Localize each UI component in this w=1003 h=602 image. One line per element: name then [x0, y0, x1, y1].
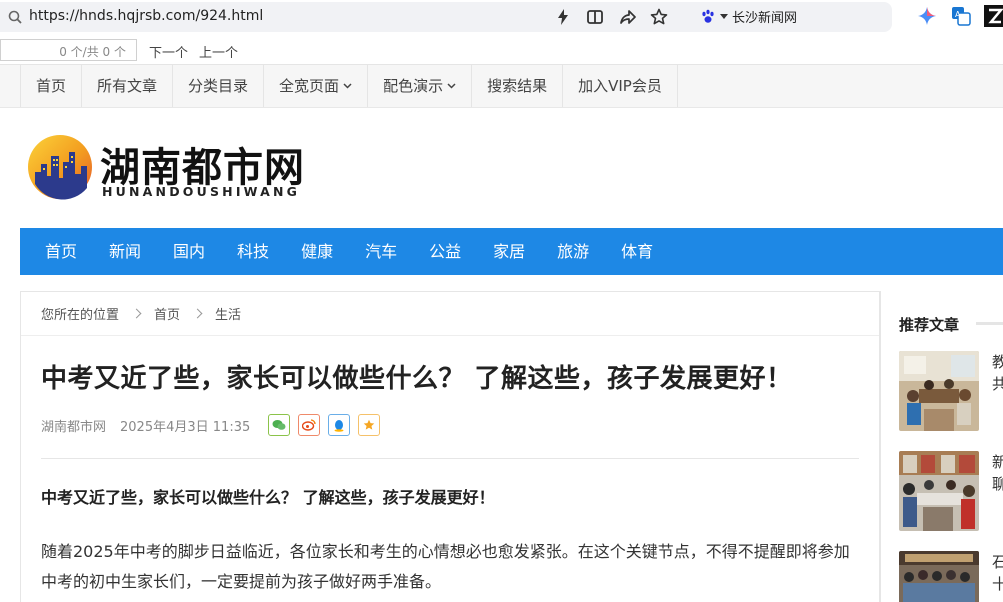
article-meta: 湖南都市网 2025年4月3日 11:35 — [41, 414, 381, 436]
translate-extension-icon[interactable]: A — [950, 5, 972, 27]
lightning-icon[interactable] — [553, 7, 573, 27]
main-nav-item-home[interactable]: 首页 — [29, 228, 93, 275]
find-input[interactable]: 0 个/共 0 个 — [0, 39, 137, 61]
top-nav-label: 分类目录 — [188, 77, 249, 95]
top-nav-item-vip[interactable]: 加入VIP会员 — [563, 65, 678, 107]
recommended-title[interactable]: 新聊 — [992, 451, 1003, 495]
city-logo-icon — [28, 135, 92, 200]
main-nav-item-health[interactable]: 健康 — [285, 228, 349, 275]
find-count: 0 个/共 0 个 — [59, 45, 126, 59]
svg-text:A: A — [955, 10, 961, 19]
main-nav-item-travel[interactable]: 旅游 — [541, 228, 605, 275]
top-nav-label: 所有文章 — [97, 77, 158, 95]
top-nav-item-color-demo[interactable]: 配色演示 — [368, 65, 473, 107]
chevron-right-icon — [131, 308, 142, 319]
find-next-button[interactable]: 下一个 — [149, 42, 188, 61]
top-nav-item-categories[interactable]: 分类目录 — [173, 65, 265, 107]
star-icon[interactable] — [649, 7, 669, 27]
top-nav-item-home[interactable]: 首页 — [21, 65, 83, 107]
top-nav-item-all-posts[interactable]: 所有文章 — [82, 65, 174, 107]
article-panel: 您所在的位置 首页 生活 中考又近了些，家长可以做些什么？ 了解这些，孩子发展更… — [20, 291, 880, 602]
sidebar-title: 推荐文章 — [899, 316, 960, 334]
search-engine-label: 长沙新闻网 — [732, 11, 798, 26]
top-nav: 首页 所有文章 分类目录 全宽页面 配色演示 搜索结果 加入VIP会员 — [0, 64, 1003, 108]
article-source[interactable]: 湖南都市网 — [41, 416, 106, 435]
top-nav-label: 加入VIP会员 — [578, 77, 662, 95]
chevron-down-icon — [447, 83, 456, 89]
top-nav-label: 首页 — [36, 77, 67, 95]
sparkle-extension-icon[interactable] — [916, 5, 938, 27]
wechat-share-icon[interactable] — [268, 414, 291, 436]
find-prev-button[interactable]: 上一个 — [199, 42, 238, 61]
chevron-right-icon — [192, 308, 203, 319]
breadcrumb-home[interactable]: 首页 — [154, 304, 180, 323]
main-nav-item-domestic[interactable]: 国内 — [157, 228, 221, 275]
reader-mode-icon[interactable] — [585, 7, 605, 27]
favorite-icon[interactable] — [358, 414, 381, 436]
paw-icon — [702, 9, 714, 23]
find-bar: 0 个/共 0 个 下一个 上一个 — [0, 37, 1003, 64]
top-nav-label: 配色演示 — [383, 77, 444, 95]
recommended-thumbnail[interactable] — [899, 551, 979, 602]
article-date: 2025年4月3日 11:35 — [120, 419, 251, 435]
chevron-down-icon — [343, 83, 352, 89]
main-nav-item-charity[interactable]: 公益 — [413, 228, 477, 275]
recommended-title[interactable]: 教共 — [992, 351, 1003, 395]
url-text[interactable]: https://hnds.hqjrsb.com/924.html — [29, 8, 263, 24]
top-nav-label: 全宽页面 — [279, 77, 340, 95]
article-title: 中考又近了些，家长可以做些什么？ 了解这些，孩子发展更好！ — [41, 364, 793, 394]
main-nav-item-news[interactable]: 新闻 — [93, 228, 157, 275]
share-icon[interactable] — [617, 7, 637, 27]
sidebar-title-underline — [976, 322, 1003, 325]
logo-subtitle: HUNANDOUSHIWANG — [102, 184, 301, 199]
browser-toolbar: https://hnds.hqjrsb.com/924.html 长沙新闻网 A — [0, 0, 1003, 35]
divider — [41, 458, 859, 459]
qq-share-icon[interactable] — [328, 414, 351, 436]
sidebar: 推荐文章 教共 新聊 石十 — [880, 291, 1003, 602]
recommended-thumbnail[interactable] — [899, 451, 979, 531]
top-nav-label: 搜索结果 — [487, 77, 548, 95]
main-nav-item-auto[interactable]: 汽车 — [349, 228, 413, 275]
z-extension-icon[interactable] — [984, 5, 1003, 27]
main-nav-item-tech[interactable]: 科技 — [221, 228, 285, 275]
weibo-share-icon[interactable] — [298, 414, 321, 436]
recommended-thumbnail[interactable] — [899, 351, 979, 431]
caret-down-icon — [720, 13, 728, 19]
article-lead: 中考又近了些，家长可以做些什么？ 了解这些，孩子发展更好！ — [41, 488, 495, 507]
search-icon — [8, 10, 22, 24]
article-paragraph: 随着2025年中考的脚步日益临近，各位家长和考生的心情想必也愈发紧张。在这个关键… — [41, 542, 850, 591]
breadcrumb-category[interactable]: 生活 — [215, 304, 241, 323]
main-nav: 首页 新闻 国内 科技 健康 汽车 公益 家居 旅游 体育 — [20, 228, 1003, 275]
search-engine-selector[interactable]: 长沙新闻网 — [700, 7, 797, 26]
breadcrumb: 您所在的位置 首页 生活 — [21, 292, 879, 336]
recommended-title[interactable]: 石十 — [992, 551, 1003, 595]
main-nav-item-sports[interactable]: 体育 — [605, 228, 669, 275]
breadcrumb-prefix: 您所在的位置 — [41, 308, 120, 323]
main-nav-item-home-living[interactable]: 家居 — [477, 228, 541, 275]
address-bar[interactable]: https://hnds.hqjrsb.com/924.html 长沙新闻网 — [0, 2, 892, 32]
site-logo[interactable]: 湖南都市网 HUNANDOUSHIWANG — [27, 134, 317, 204]
top-nav-item-search-results[interactable]: 搜索结果 — [472, 65, 564, 107]
top-nav-item-fullwidth[interactable]: 全宽页面 — [264, 65, 369, 107]
